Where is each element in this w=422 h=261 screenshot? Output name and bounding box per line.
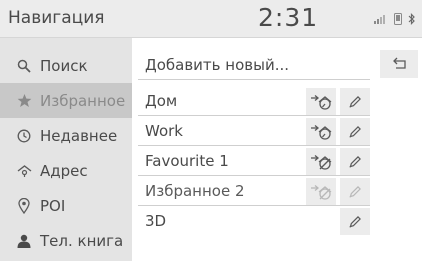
- edit-button[interactable]: [340, 208, 370, 235]
- back-icon: [393, 57, 406, 69]
- favourite-row-favourite-2[interactable]: Избранное 2: [138, 178, 370, 206]
- home-route-crossed-icon: [311, 154, 332, 170]
- home-route-crossed-icon: [311, 184, 332, 200]
- pin-icon: [16, 197, 32, 214]
- sidebar-item-label: Недавнее: [40, 126, 118, 145]
- navigation-screen: Навигация 2:31 Поиск Избранное Недавнее …: [0, 0, 422, 261]
- favourite-label: Favourite 1: [145, 152, 229, 170]
- edit-button[interactable]: [340, 118, 370, 145]
- clock-icon: [16, 128, 32, 144]
- edit-button[interactable]: [340, 88, 370, 115]
- home-route-icon: [311, 94, 332, 110]
- sidebar-item-label: Избранное: [40, 91, 126, 110]
- add-new-label: Добавить новый...: [145, 56, 289, 74]
- signal-icon: [374, 15, 385, 24]
- set-home-button[interactable]: [306, 148, 336, 175]
- star-icon: [16, 93, 32, 109]
- clock: 2:31: [258, 3, 319, 32]
- sidebar-item-label: Поиск: [40, 56, 88, 75]
- sidebar-item-label: POI: [40, 196, 66, 215]
- phone-icon: [394, 13, 402, 25]
- go-home-button[interactable]: [306, 118, 336, 145]
- favourite-label: 3D: [145, 212, 167, 230]
- favourite-row-3d[interactable]: 3D: [138, 208, 370, 236]
- pencil-icon: [349, 155, 361, 168]
- pencil-icon: [349, 215, 361, 228]
- sidebar-item-favourites[interactable]: Избранное: [0, 83, 132, 118]
- sidebar-item-recent[interactable]: Недавнее: [0, 118, 132, 153]
- favourite-label: Work: [145, 122, 183, 140]
- sidebar-item-poi[interactable]: POI: [0, 188, 132, 223]
- go-home-button[interactable]: [306, 88, 336, 115]
- favourite-label: Дом: [145, 92, 178, 110]
- pencil-icon: [349, 95, 361, 108]
- home-route-icon: [311, 124, 332, 140]
- favourite-row-home[interactable]: Дом: [138, 88, 370, 116]
- person-icon: [16, 233, 32, 249]
- favourites-panel: Добавить новый... Дом Work Favourite 1 И…: [132, 38, 422, 261]
- sidebar: Поиск Избранное Недавнее Адрес POI Тел. …: [0, 38, 132, 261]
- set-home-button: [306, 178, 336, 205]
- add-new-row[interactable]: Добавить новый...: [138, 52, 370, 80]
- app-title: Навигация: [8, 8, 105, 28]
- status-bar: Навигация 2:31: [0, 0, 422, 38]
- sidebar-item-phonebook[interactable]: Тел. книга: [0, 223, 132, 258]
- status-icons: [374, 13, 416, 25]
- back-button[interactable]: [380, 50, 418, 78]
- sidebar-item-search[interactable]: Поиск: [0, 48, 132, 83]
- favourite-label: Избранное 2: [145, 182, 245, 200]
- sidebar-item-label: Тел. книга: [40, 231, 124, 250]
- favourite-row-favourite-1[interactable]: Favourite 1: [138, 148, 370, 176]
- pencil-icon: [349, 185, 361, 198]
- edit-button: [340, 178, 370, 205]
- edit-button[interactable]: [340, 148, 370, 175]
- sidebar-item-address[interactable]: Адрес: [0, 153, 132, 188]
- address-icon: [16, 163, 32, 179]
- pencil-icon: [349, 125, 361, 138]
- sidebar-item-label: Адрес: [40, 161, 88, 180]
- bluetooth-icon: [408, 13, 415, 25]
- favourite-row-work[interactable]: Work: [138, 118, 370, 146]
- search-icon: [16, 58, 32, 74]
